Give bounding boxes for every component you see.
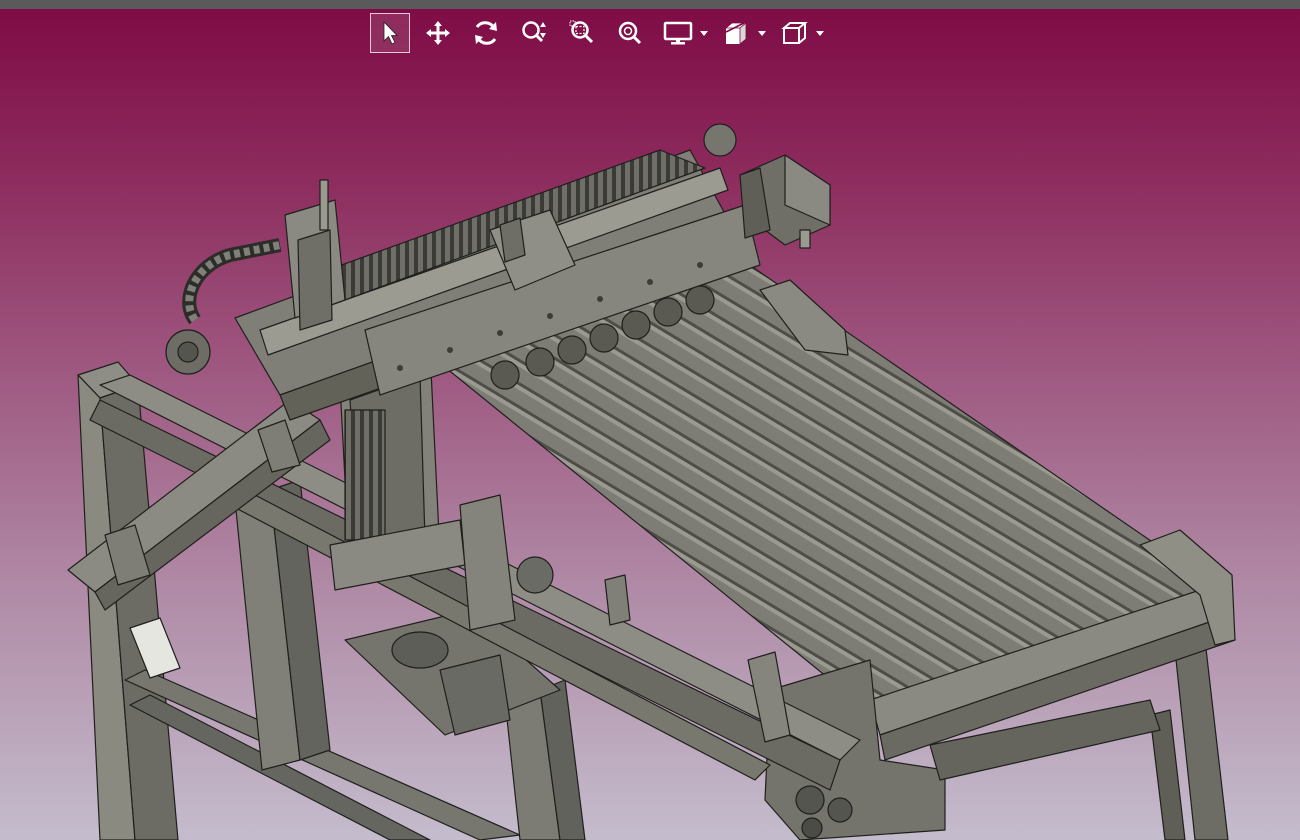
- rotate-icon: [475, 21, 497, 45]
- zoom-window-tool-button[interactable]: [562, 13, 602, 53]
- cad-assembly-model[interactable]: [0, 0, 1300, 840]
- zoom-updown-icon: [522, 21, 546, 43]
- monitor-icon: [663, 21, 693, 45]
- rotate-tool-button[interactable]: [466, 13, 506, 53]
- pan-tool-button[interactable]: [418, 13, 458, 53]
- zoom-window-icon: [569, 20, 594, 44]
- section-views-dropdown[interactable]: [716, 13, 768, 53]
- 3d-viewport[interactable]: [0, 0, 1300, 840]
- section-views-button[interactable]: [716, 13, 756, 53]
- zoom-tool-button[interactable]: [514, 13, 554, 53]
- arrow-pointer-icon: [383, 21, 398, 45]
- section-views-caret-icon[interactable]: [756, 13, 768, 53]
- display-mode-dropdown[interactable]: [658, 13, 710, 53]
- standard-views-button[interactable]: [774, 13, 814, 53]
- view-toolbar: [370, 13, 832, 53]
- cube-icon: [781, 22, 808, 44]
- standard-views-dropdown[interactable]: [774, 13, 826, 53]
- title-bar-strip: [0, 0, 1300, 9]
- standard-views-caret-icon[interactable]: [814, 13, 826, 53]
- move-arrows-icon: [426, 21, 450, 45]
- display-mode-caret-icon[interactable]: [698, 13, 710, 53]
- select-tool-button[interactable]: [370, 13, 410, 53]
- zoom-fit-tool-button[interactable]: [610, 13, 650, 53]
- section-icon: [724, 22, 748, 45]
- display-mode-button[interactable]: [658, 13, 698, 53]
- zoom-fit-icon: [618, 21, 642, 45]
